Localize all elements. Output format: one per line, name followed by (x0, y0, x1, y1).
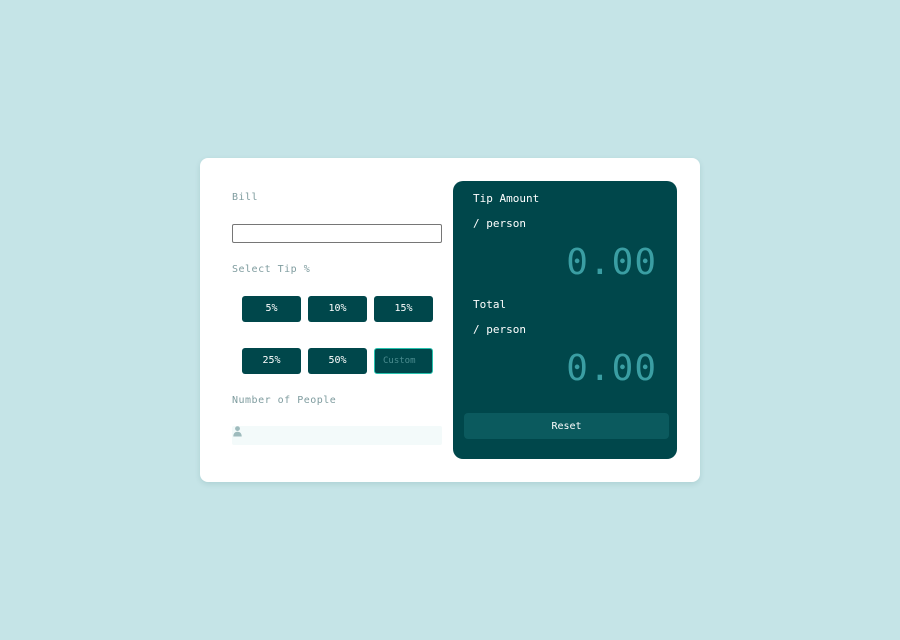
tip-5-button[interactable]: 5% (242, 296, 301, 322)
select-tip-label: Select Tip % (232, 264, 311, 275)
tip-25-button[interactable]: 25% (242, 348, 301, 374)
total-value: 0.00 (566, 348, 657, 389)
tip-15-button[interactable]: 15% (374, 296, 433, 322)
tip-amount-value: 0.00 (566, 242, 657, 283)
total-title: Total (473, 298, 507, 311)
total-per-person: / person (473, 323, 526, 336)
reset-button[interactable]: Reset (464, 413, 669, 439)
people-label: Number of People (232, 395, 337, 406)
tip-amount-per-person: / person (473, 217, 526, 230)
custom-tip-input[interactable] (374, 348, 433, 374)
bill-input[interactable] (232, 224, 442, 243)
tip-50-button[interactable]: 50% (308, 348, 367, 374)
tip-calculator-card: Bill Select Tip % 5% 10% 15% 25% 50% Num… (200, 158, 700, 482)
tip-amount-title: Tip Amount (473, 192, 540, 205)
bill-label: Bill (232, 192, 259, 203)
tip-10-button[interactable]: 10% (308, 296, 367, 322)
person-icon (233, 426, 242, 437)
people-input[interactable] (246, 426, 440, 445)
results-panel: Tip Amount / person 0.00 Total / person … (453, 181, 677, 459)
people-field[interactable] (232, 426, 442, 445)
